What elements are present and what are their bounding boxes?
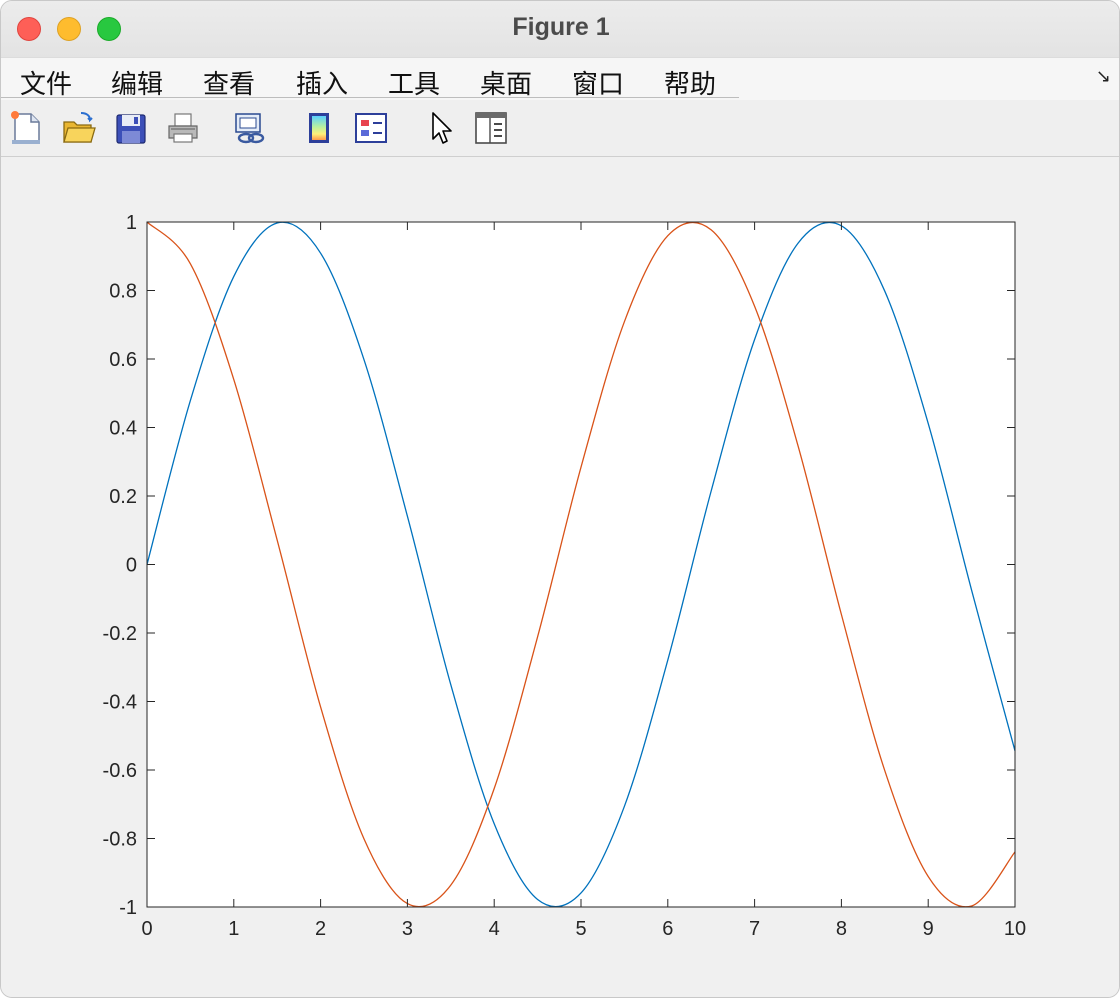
insert-colorbar-icon[interactable] (301, 110, 337, 146)
y-tick-label: -0.2 (103, 623, 137, 645)
menu-view[interactable]: 查看 (203, 64, 255, 101)
x-tick-label: 4 (489, 918, 500, 940)
link-plot-icon[interactable] (232, 110, 268, 146)
y-tick-label: -0.4 (103, 692, 137, 714)
y-tick-label: -0.8 (103, 829, 137, 851)
x-tick-label: 0 (141, 918, 152, 940)
y-tick-label: -0.6 (103, 760, 137, 782)
window-title: Figure 1 (512, 13, 610, 41)
title-bar[interactable]: Figure 1 (1, 1, 1119, 57)
x-tick-label: 3 (402, 918, 413, 940)
menu-edit[interactable]: 编辑 (111, 64, 163, 101)
line-plot[interactable]: 0 1 2 3 4 5 6 7 8 9 10 -1 -0.8 -0.6 -0.4 -0.2 0 0.2 0.4 0.6… (1, 157, 1120, 998)
x-tick-label: 9 (923, 918, 934, 940)
y-tick-label: 0.2 (109, 486, 137, 508)
x-tick-label: 8 (836, 918, 847, 940)
figure-canvas: 0 1 2 3 4 5 6 7 8 9 10 -1 -0.8 -0.6 -0.4 -0.2 0 0.2 0.4 0.6… (1, 157, 1120, 998)
menu-help[interactable]: 帮助 (664, 64, 716, 101)
menu-tools[interactable]: 工具 (388, 64, 440, 101)
menu-insert[interactable]: 插入 (296, 64, 348, 101)
y-tick-label: 0.6 (109, 349, 137, 371)
figure-window: Figure 1 文件 编辑 查看 插入 工具 桌面 窗口 帮助 ↘ 0 1 2… (0, 0, 1120, 998)
figure-toolbar (1, 100, 1119, 157)
menu-divider (1, 97, 739, 98)
y-tick-label: -1 (119, 897, 137, 919)
menu-bar: 文件 编辑 查看 插入 工具 桌面 窗口 帮助 ↘ (1, 57, 1119, 101)
menu-window[interactable]: 窗口 (572, 64, 624, 101)
new-figure-icon[interactable] (9, 110, 45, 146)
y-tick-label: 0.8 (109, 281, 137, 303)
save-icon[interactable] (113, 110, 149, 146)
x-tick-label: 6 (662, 918, 673, 940)
axes-background (147, 222, 1015, 907)
menu-file[interactable]: 文件 (20, 64, 72, 101)
x-tick-label: 2 (315, 918, 326, 940)
edit-plot-cursor-icon[interactable] (423, 110, 459, 146)
open-file-icon[interactable] (61, 110, 97, 146)
y-tick-label: 1 (126, 212, 137, 234)
x-tick-label: 1 (228, 918, 239, 940)
y-tick-label: 0.4 (109, 418, 137, 440)
y-tick-label: 0 (126, 555, 137, 577)
insert-legend-icon[interactable] (353, 110, 389, 146)
x-tick-label: 10 (1004, 918, 1026, 940)
property-inspector-icon[interactable] (473, 110, 509, 146)
x-tick-label: 7 (749, 918, 760, 940)
dock-arrow-icon[interactable]: ↘ (1096, 66, 1111, 87)
print-icon[interactable] (165, 110, 201, 146)
menu-desktop[interactable]: 桌面 (480, 64, 532, 101)
x-tick-label: 5 (575, 918, 586, 940)
